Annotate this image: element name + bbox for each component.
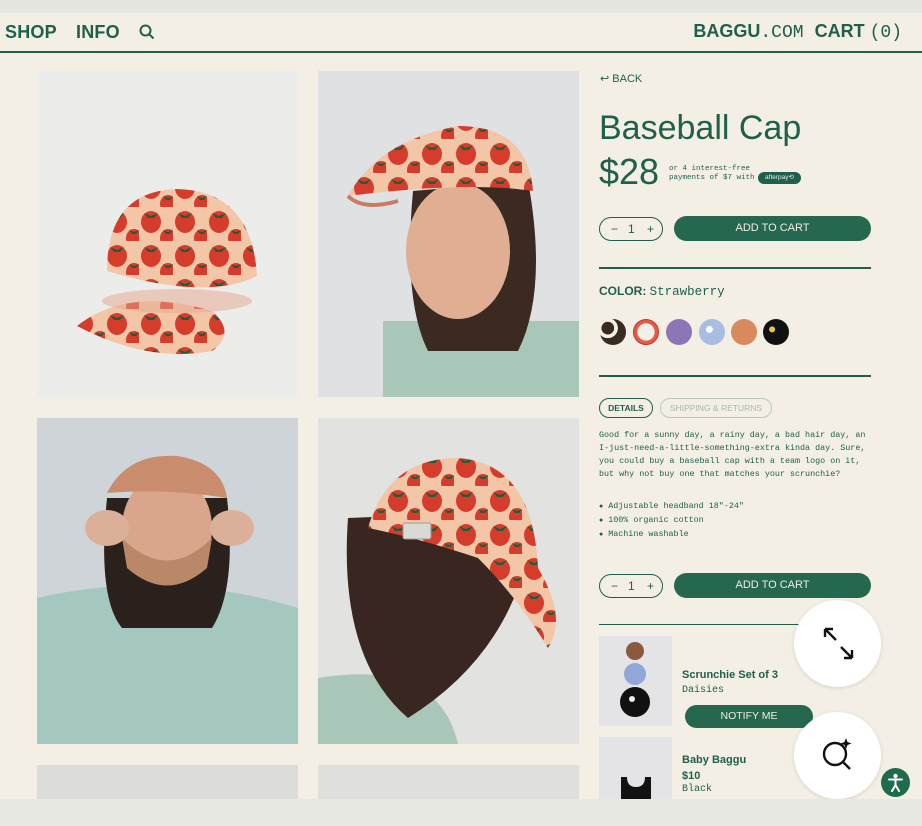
qty-plus-button[interactable]: +	[647, 222, 654, 236]
add-to-cart-button[interactable]: ADD TO CART	[674, 216, 871, 241]
cart-link[interactable]: CART (0)	[815, 21, 902, 43]
related-image-scrunchie[interactable]	[599, 636, 672, 726]
feature-item: Machine washable	[599, 528, 744, 542]
top-nav: SHOP INFO BAGGU.COM CART (0)	[0, 13, 922, 53]
product-page: SHOP INFO BAGGU.COM CART (0) ↩ BACK Base…	[0, 13, 922, 799]
qty-plus-button[interactable]: +	[647, 579, 654, 593]
product-title: Baseball Cap	[599, 109, 802, 147]
nav-info-link[interactable]: INFO	[76, 22, 120, 43]
swatch-black-floral[interactable]	[763, 319, 789, 345]
sparkle-search-icon	[822, 738, 852, 770]
related-variant: Daisies	[682, 685, 725, 696]
swatch-strawberry[interactable]	[633, 319, 659, 345]
nav-right: BAGGU.COM CART (0)	[693, 21, 902, 43]
product-photo-6[interactable]	[318, 765, 579, 799]
expand-button[interactable]	[794, 600, 881, 687]
divider	[599, 267, 871, 269]
quantity-stepper[interactable]: − 1 +	[599, 574, 663, 598]
nav-shop-link[interactable]: SHOP	[5, 22, 57, 43]
expand-icon	[823, 627, 854, 660]
tab-details[interactable]: DETAILS	[599, 398, 653, 418]
qty-minus-button[interactable]: −	[611, 579, 618, 593]
product-photo-model-mask[interactable]	[37, 418, 298, 744]
product-features: Adjustable headband 18"-24" 100% organic…	[599, 500, 744, 542]
quantity-stepper[interactable]: − 1 +	[599, 217, 663, 241]
related-name[interactable]: Baby Baggu	[682, 754, 746, 766]
product-photo-model-back[interactable]	[318, 418, 579, 744]
related-image-baby-baggu[interactable]	[599, 737, 672, 799]
feature-item: Adjustable headband 18"-24"	[599, 500, 744, 514]
qty-value: 1	[628, 579, 635, 593]
qty-value: 1	[628, 222, 635, 236]
visual-search-button[interactable]	[794, 712, 881, 799]
divider	[599, 375, 871, 377]
bottom-bar	[0, 799, 922, 826]
search-icon[interactable]	[138, 23, 156, 41]
related-name[interactable]: Scrunchie Set of 3	[682, 669, 778, 681]
tab-shipping-returns[interactable]: SHIPPING & RETURNS	[660, 398, 772, 418]
qty-minus-button[interactable]: −	[611, 222, 618, 236]
accessibility-icon	[888, 773, 903, 792]
back-link[interactable]: ↩ BACK	[600, 72, 642, 85]
swatch-terracotta[interactable]	[731, 319, 757, 345]
swatch-purple[interactable]	[666, 319, 692, 345]
afterpay-badge[interactable]: afterpay⟲	[758, 172, 801, 184]
accessibility-button[interactable]	[881, 768, 910, 797]
product-description: Good for a sunny day, a rainy day, a bad…	[599, 430, 866, 479]
product-photo-model-side[interactable]	[318, 71, 579, 397]
feature-item: 100% organic cotton	[599, 514, 744, 528]
installment-text: or 4 interest-free payments of $7 with	[669, 165, 755, 182]
swatch-cow[interactable]	[600, 319, 626, 345]
related-variant: Black	[682, 784, 713, 795]
color-label: COLOR: Strawberry	[599, 284, 725, 299]
product-photo-cap[interactable]	[37, 71, 298, 397]
product-photo-5[interactable]	[37, 765, 298, 799]
related-price: $10	[682, 770, 701, 782]
product-price: $28	[599, 151, 660, 192]
site-link[interactable]: BAGGU.COM	[693, 21, 803, 43]
swatch-daisy[interactable]	[699, 319, 725, 345]
add-to-cart-button[interactable]: ADD TO CART	[674, 573, 871, 598]
